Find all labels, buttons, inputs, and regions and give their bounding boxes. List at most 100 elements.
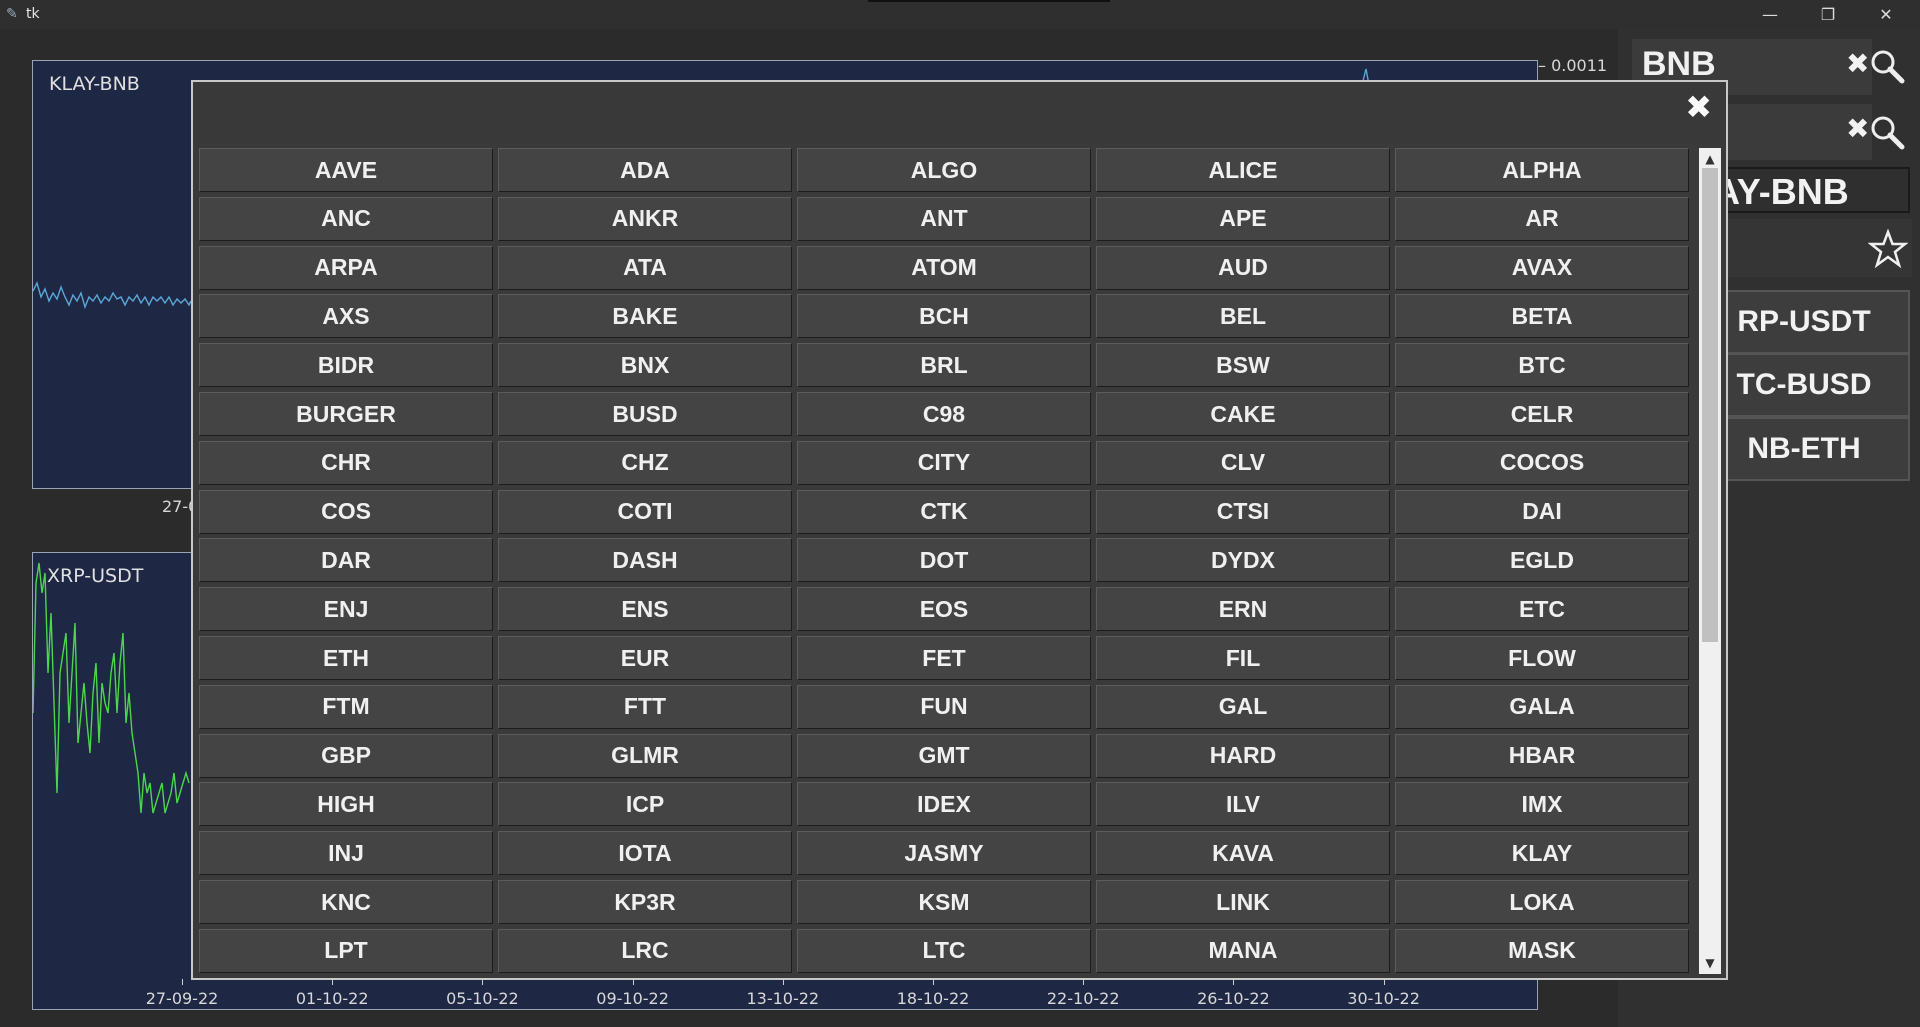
magnifier-icon[interactable] bbox=[1868, 47, 1908, 87]
recent-pair-button[interactable]: RP-USDT bbox=[1698, 290, 1910, 354]
asset-button[interactable]: AXS bbox=[199, 294, 493, 339]
asset-button[interactable]: BETA bbox=[1395, 294, 1689, 339]
asset-button[interactable]: KP3R bbox=[498, 880, 792, 924]
asset-button[interactable]: DASH bbox=[498, 538, 792, 583]
asset-button[interactable]: KLAY bbox=[1395, 831, 1689, 876]
asset-button[interactable]: KSM bbox=[797, 880, 1091, 924]
asset-button[interactable]: ILV bbox=[1096, 782, 1390, 827]
asset-button[interactable]: BCH bbox=[797, 294, 1091, 339]
asset-button[interactable]: BTC bbox=[1395, 343, 1689, 388]
asset-button[interactable]: LINK bbox=[1096, 880, 1390, 924]
asset-button[interactable]: DAI bbox=[1395, 489, 1689, 534]
asset-button[interactable]: GLMR bbox=[498, 733, 792, 778]
asset-button[interactable]: HBAR bbox=[1395, 733, 1689, 778]
asset-button[interactable]: FTT bbox=[498, 684, 792, 729]
asset-button[interactable]: ETH bbox=[199, 636, 493, 680]
asset-button[interactable]: BURGER bbox=[199, 392, 493, 436]
asset-button[interactable]: ICP bbox=[498, 782, 792, 827]
asset-button[interactable]: CELR bbox=[1395, 392, 1689, 436]
asset-button[interactable]: ERN bbox=[1096, 587, 1390, 632]
recent-pair-button[interactable]: NB-ETH bbox=[1698, 417, 1910, 481]
asset-button[interactable]: CHR bbox=[199, 440, 493, 485]
asset-button[interactable]: IOTA bbox=[498, 831, 792, 876]
restore-icon[interactable]: ❐ bbox=[1800, 0, 1856, 29]
asset-button[interactable]: COCOS bbox=[1395, 440, 1689, 485]
star-outline-icon[interactable] bbox=[1868, 229, 1908, 269]
asset-button[interactable]: LTC bbox=[797, 928, 1091, 973]
asset-button[interactable]: IDEX bbox=[797, 782, 1091, 827]
asset-button[interactable]: ATA bbox=[498, 245, 792, 290]
asset-button[interactable]: DOT bbox=[797, 538, 1091, 583]
asset-button[interactable]: GMT bbox=[797, 733, 1091, 778]
asset-button[interactable]: GAL bbox=[1096, 684, 1390, 729]
close-x-icon[interactable]: ✖ bbox=[1685, 88, 1712, 126]
asset-button[interactable]: BRL bbox=[797, 343, 1091, 388]
asset-button[interactable]: CAKE bbox=[1096, 392, 1390, 436]
asset-button[interactable]: ATOM bbox=[797, 245, 1091, 290]
asset-button[interactable]: GALA bbox=[1395, 684, 1689, 729]
asset-button[interactable]: BSW bbox=[1096, 343, 1390, 388]
asset-button[interactable]: BIDR bbox=[199, 343, 493, 388]
scroll-up-arrow-icon[interactable]: ▲ bbox=[1699, 148, 1721, 170]
asset-button[interactable]: DYDX bbox=[1096, 538, 1390, 583]
asset-button[interactable]: DAR bbox=[199, 538, 493, 583]
asset-button[interactable]: ARPA bbox=[199, 245, 493, 290]
asset-button[interactable]: CTK bbox=[797, 489, 1091, 534]
asset-button[interactable]: BAKE bbox=[498, 294, 792, 339]
asset-button[interactable]: CLV bbox=[1096, 440, 1390, 485]
asset-button[interactable]: ANT bbox=[797, 196, 1091, 241]
asset-button[interactable]: AR bbox=[1395, 196, 1689, 241]
asset-button[interactable]: BUSD bbox=[498, 392, 792, 436]
vertical-scrollbar[interactable]: ▲ ▼ bbox=[1699, 148, 1721, 974]
close-x-icon[interactable]: ✖ bbox=[1846, 47, 1869, 80]
asset-button[interactable]: EOS bbox=[797, 587, 1091, 632]
asset-button[interactable]: FTM bbox=[199, 684, 493, 729]
asset-button[interactable]: CTSI bbox=[1096, 489, 1390, 534]
asset-button[interactable]: ENJ bbox=[199, 587, 493, 632]
asset-button[interactable]: IMX bbox=[1395, 782, 1689, 827]
asset-button[interactable]: ENS bbox=[498, 587, 792, 632]
asset-button[interactable]: COS bbox=[199, 489, 493, 534]
asset-button[interactable]: MANA bbox=[1096, 928, 1390, 973]
asset-button[interactable]: LOKA bbox=[1395, 880, 1689, 924]
asset-button[interactable]: KAVA bbox=[1096, 831, 1390, 876]
asset-button[interactable]: HARD bbox=[1096, 733, 1390, 778]
asset-button[interactable]: CITY bbox=[797, 440, 1091, 485]
asset-button[interactable]: ANKR bbox=[498, 196, 792, 241]
close-window-icon[interactable]: ✕ bbox=[1858, 0, 1914, 29]
magnifier-icon[interactable] bbox=[1868, 113, 1908, 153]
asset-button[interactable]: FIL bbox=[1096, 636, 1390, 680]
asset-button[interactable]: BNX bbox=[498, 343, 792, 388]
scrollbar-thumb[interactable] bbox=[1702, 168, 1718, 642]
asset-button[interactable]: AUD bbox=[1096, 245, 1390, 290]
asset-button[interactable]: ALICE bbox=[1096, 148, 1390, 192]
asset-button[interactable]: C98 bbox=[797, 392, 1091, 436]
asset-button[interactable]: APE bbox=[1096, 196, 1390, 241]
asset-button[interactable]: FLOW bbox=[1395, 636, 1689, 680]
asset-button[interactable]: CHZ bbox=[498, 440, 792, 485]
asset-button[interactable]: BEL bbox=[1096, 294, 1390, 339]
asset-button[interactable]: LPT bbox=[199, 928, 493, 973]
asset-button[interactable]: HIGH bbox=[199, 782, 493, 827]
recent-pair-button[interactable]: TC-BUSD bbox=[1698, 353, 1910, 417]
asset-button[interactable]: FET bbox=[797, 636, 1091, 680]
base-search-value[interactable]: BNB bbox=[1642, 45, 1716, 84]
asset-button[interactable]: ALGO bbox=[797, 148, 1091, 192]
asset-button[interactable]: ANC bbox=[199, 196, 493, 241]
asset-button[interactable]: LRC bbox=[498, 928, 792, 973]
asset-button[interactable]: JASMY bbox=[797, 831, 1091, 876]
minimize-icon[interactable]: — bbox=[1742, 0, 1798, 29]
asset-button[interactable]: EUR bbox=[498, 636, 792, 680]
asset-button[interactable]: MASK bbox=[1395, 928, 1689, 973]
close-x-icon[interactable]: ✖ bbox=[1846, 112, 1869, 145]
asset-button[interactable]: FUN bbox=[797, 684, 1091, 729]
asset-button[interactable]: EGLD bbox=[1395, 538, 1689, 583]
asset-button[interactable]: ADA bbox=[498, 148, 792, 192]
asset-button[interactable]: INJ bbox=[199, 831, 493, 876]
asset-button[interactable]: AAVE bbox=[199, 148, 493, 192]
asset-button[interactable]: ETC bbox=[1395, 587, 1689, 632]
asset-button[interactable]: GBP bbox=[199, 733, 493, 778]
asset-button[interactable]: AVAX bbox=[1395, 245, 1689, 290]
asset-button[interactable]: KNC bbox=[199, 880, 493, 924]
scroll-down-arrow-icon[interactable]: ▼ bbox=[1699, 952, 1721, 974]
